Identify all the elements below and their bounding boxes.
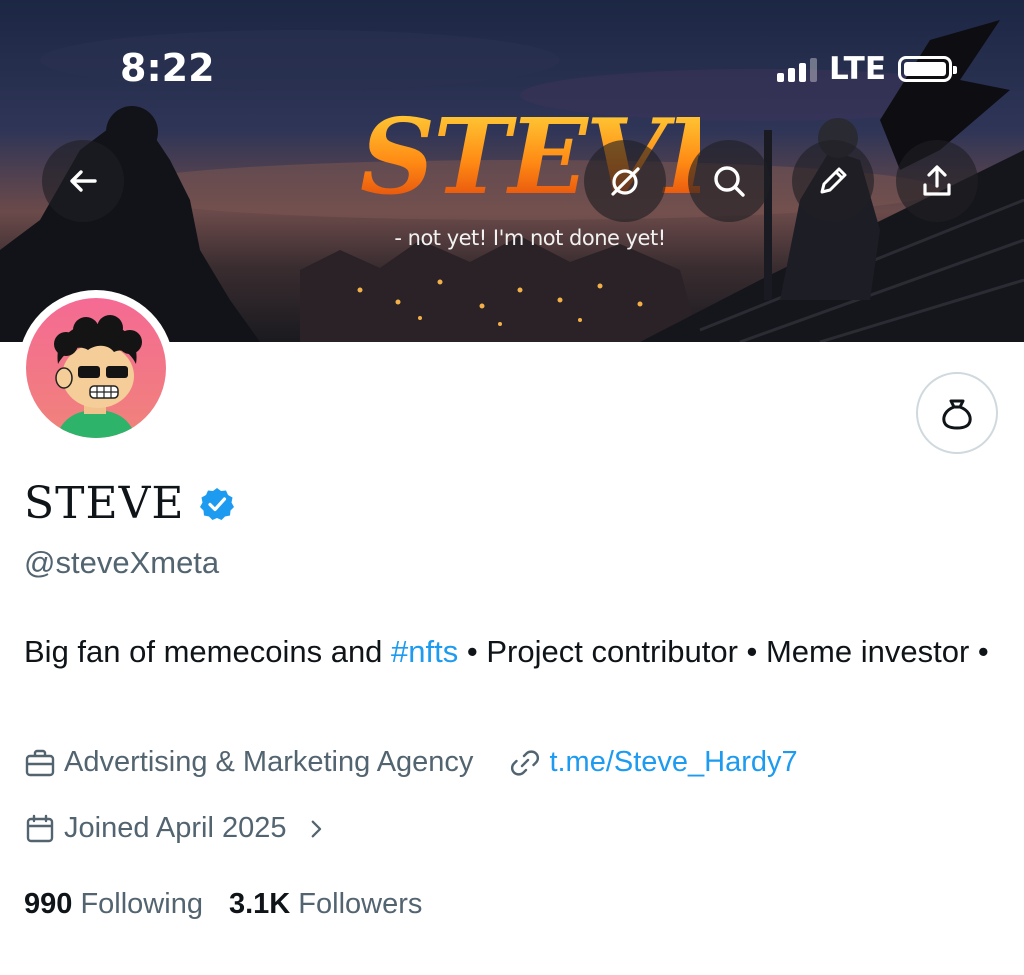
grok-icon bbox=[611, 167, 640, 196]
following-count: 990 bbox=[24, 888, 73, 920]
following-label: Following bbox=[80, 888, 203, 920]
website-link[interactable]: t.me/Steve_Hardy7 bbox=[549, 746, 797, 779]
profile-meta-row: Advertising & Marketing Agency t.me/Stev… bbox=[24, 746, 798, 779]
joined-label: Joined April 2025 bbox=[64, 812, 287, 844]
search-icon bbox=[714, 166, 745, 197]
chevron-right-icon bbox=[311, 820, 321, 837]
profile-joined-row[interactable]: Joined April 2025 bbox=[24, 812, 329, 845]
money-bag-icon bbox=[942, 399, 972, 430]
status-indicators: LTE bbox=[777, 51, 957, 87]
network-label: LTE bbox=[829, 51, 886, 87]
profile-handle: @steveXmeta bbox=[24, 545, 220, 580]
profile-screen: STEVE - not yet! I'm not done yet! 8:22 … bbox=[0, 0, 1024, 975]
profile-name-row: STEVE bbox=[24, 478, 235, 529]
signal-icon bbox=[777, 56, 818, 82]
banner-subtitle: - not yet! I'm not done yet! bbox=[394, 226, 666, 250]
briefcase-icon bbox=[25, 749, 55, 776]
verified-badge-icon[interactable] bbox=[199, 486, 235, 522]
following-link[interactable]: 990 Following bbox=[24, 888, 203, 921]
profile-banner[interactable]: STEVE - not yet! I'm not done yet! 8:22 … bbox=[0, 0, 1024, 342]
calendar-icon bbox=[26, 814, 54, 842]
status-time: 8:22 bbox=[120, 46, 215, 90]
profile-joined[interactable]: Joined April 2025 bbox=[24, 812, 329, 845]
link-icon bbox=[511, 749, 540, 776]
follow-counts: 990 Following 3.1K Followers bbox=[24, 888, 422, 921]
back-arrow-icon bbox=[70, 170, 97, 192]
grok-button[interactable] bbox=[584, 140, 666, 222]
pencil-icon bbox=[820, 167, 847, 194]
avatar-illustration bbox=[54, 315, 142, 438]
avatar bbox=[26, 298, 166, 438]
profile-category: Advertising & Marketing Agency bbox=[24, 746, 473, 779]
followers-count: 3.1K bbox=[228, 888, 291, 920]
bio-text-start: Big fan of memecoins and bbox=[24, 634, 392, 669]
category-label: Advertising & Marketing Agency bbox=[64, 746, 474, 778]
back-button[interactable] bbox=[42, 140, 124, 222]
profile-website[interactable]: t.me/Steve_Hardy7 bbox=[509, 746, 798, 779]
edit-button[interactable] bbox=[792, 140, 874, 222]
followers-label: Followers bbox=[298, 888, 423, 920]
display-name: STEVE bbox=[24, 478, 185, 529]
bio-text-end: • Project contributor • Meme investor • bbox=[458, 634, 989, 669]
followers-link[interactable]: 3.1K Followers bbox=[229, 888, 422, 921]
search-button[interactable] bbox=[688, 140, 770, 222]
battery-icon bbox=[898, 56, 957, 82]
share-icon bbox=[923, 165, 951, 196]
tips-button[interactable] bbox=[916, 372, 998, 454]
share-button[interactable] bbox=[896, 140, 978, 222]
profile-avatar[interactable] bbox=[18, 290, 174, 446]
bio-hashtag-link[interactable]: #nfts bbox=[391, 634, 458, 669]
profile-bio: Big fan of memecoins and #nfts • Project… bbox=[24, 628, 994, 675]
